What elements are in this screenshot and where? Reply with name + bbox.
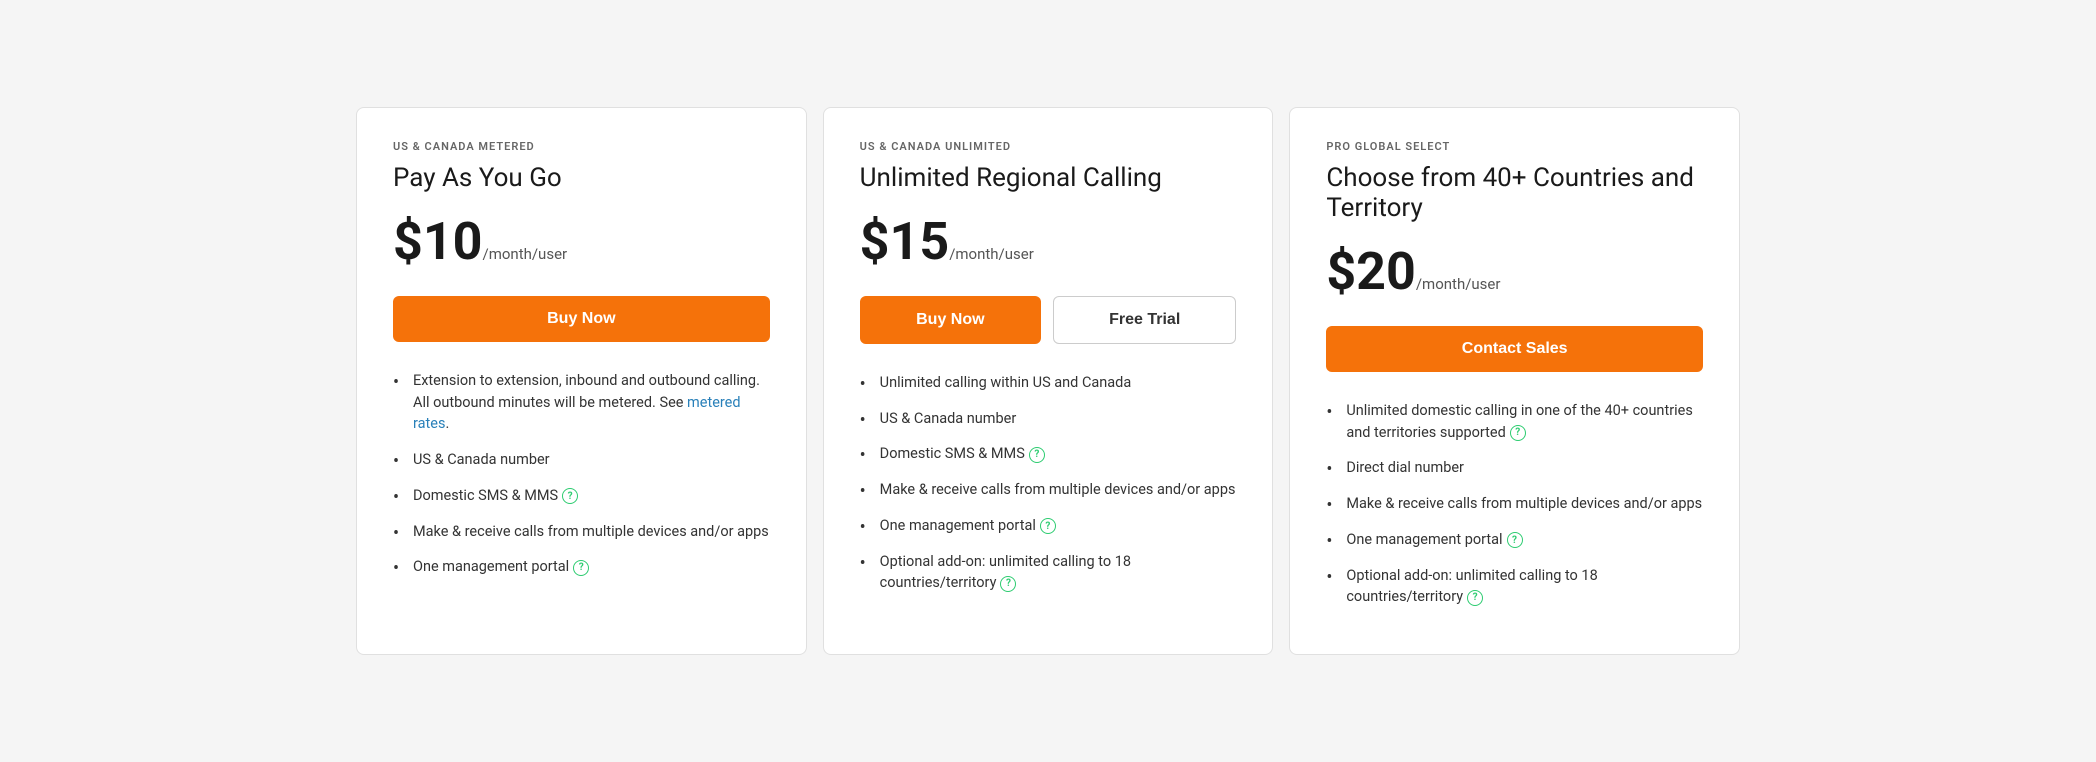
feature-item: US & Canada number [860,408,1237,430]
info-icon[interactable]: ? [1029,447,1045,463]
info-icon[interactable]: ? [1000,576,1016,592]
feature-item: Unlimited domestic calling in one of the… [1326,400,1703,444]
info-icon[interactable]: ? [573,560,589,576]
feature-item: Optional add-on: unlimited calling to 18… [860,551,1237,595]
plan-price: $10/month/user [393,211,770,272]
feature-item: Unlimited calling within US and Canada [860,372,1237,394]
features-list: Unlimited calling within US and Canada US… [860,372,1237,594]
info-icon[interactable]: ? [1507,532,1523,548]
plan-title: Pay As You Go [393,163,770,193]
plan-price: $15/month/user [860,211,1237,272]
buy-now-button[interactable]: Buy Now [393,296,770,342]
info-icon[interactable]: ? [1510,425,1526,441]
plan-title: Unlimited Regional Calling [860,163,1237,193]
plan-category: US & CANADA METERED [393,140,770,153]
feature-item: One management portal? [860,515,1237,537]
pricing-card-unlimited: US & CANADA UNLIMITED Unlimited Regional … [823,107,1274,655]
price-period: /month/user [949,245,1034,263]
pricing-container: US & CANADA METERED Pay As You Go $10/mont… [348,107,1748,655]
feature-item: Extension to extension, inbound and outb… [393,370,770,435]
plan-title: Choose from 40+ Countries and Territory [1326,163,1703,223]
features-list: Extension to extension, inbound and outb… [393,370,770,578]
feature-item: One management portal? [1326,529,1703,551]
feature-item: Domestic SMS & MMS? [393,485,770,507]
button-group: Buy NowFree Trial [860,296,1237,344]
pricing-card-metered: US & CANADA METERED Pay As You Go $10/mont… [356,107,807,655]
pricing-card-pro-global: PRO GLOBAL SELECT Choose from 40+ Countri… [1289,107,1740,655]
price-amount: $15 [860,211,950,272]
plan-category: US & CANADA UNLIMITED [860,140,1237,153]
plan-price: $20/month/user [1326,241,1703,302]
feature-item: One management portal? [393,556,770,578]
feature-item: Domestic SMS & MMS? [860,443,1237,465]
price-period: /month/user [483,245,568,263]
plan-category: PRO GLOBAL SELECT [1326,140,1703,153]
feature-item: Make & receive calls from multiple devic… [860,479,1237,501]
price-amount: $10 [393,211,483,272]
info-icon[interactable]: ? [1467,590,1483,606]
info-icon[interactable]: ? [1040,518,1056,534]
feature-item: Make & receive calls from multiple devic… [393,521,770,543]
button-group: Contact Sales [1326,326,1703,372]
feature-item: Make & receive calls from multiple devic… [1326,493,1703,515]
buy-now-button[interactable]: Buy Now [860,296,1041,344]
price-period: /month/user [1416,275,1501,293]
feature-item: Optional add-on: unlimited calling to 18… [1326,565,1703,609]
feature-item: US & Canada number [393,449,770,471]
contact-sales-button[interactable]: Contact Sales [1326,326,1703,372]
button-group: Buy Now [393,296,770,342]
info-icon[interactable]: ? [562,488,578,504]
features-list: Unlimited domestic calling in one of the… [1326,400,1703,608]
metered-rates-link[interactable]: metered rates [413,394,741,433]
feature-item: Direct dial number [1326,457,1703,479]
free-trial-button[interactable]: Free Trial [1053,296,1236,344]
price-amount: $20 [1326,241,1416,302]
